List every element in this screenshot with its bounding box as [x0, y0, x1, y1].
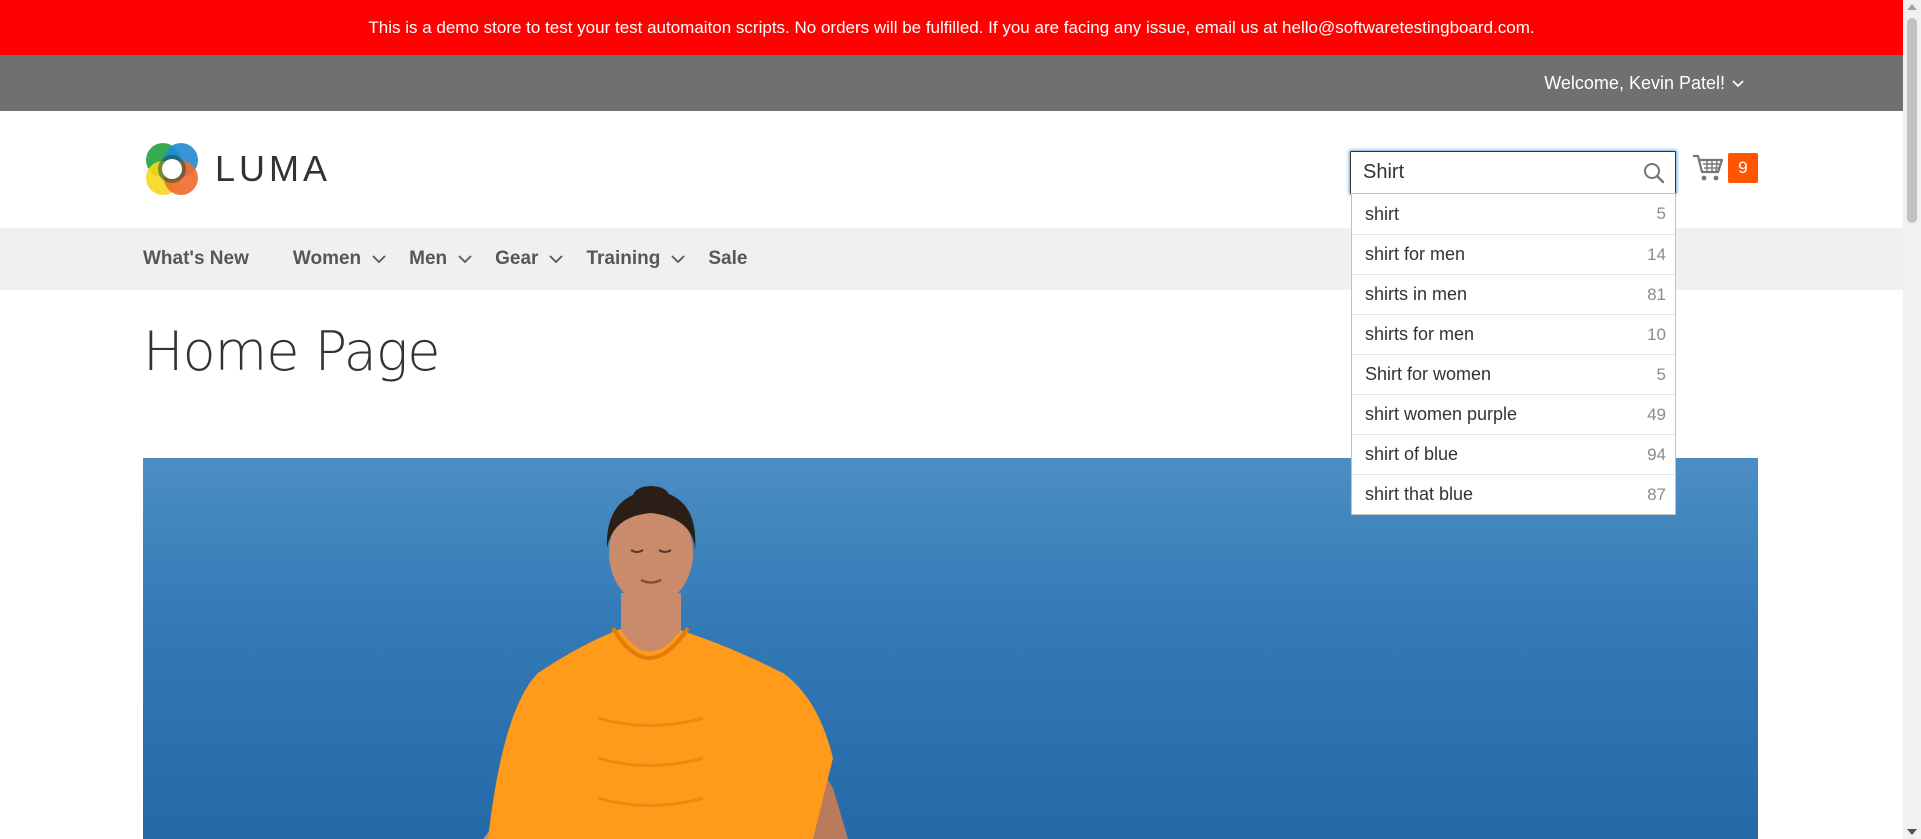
scroll-thumb[interactable] — [1907, 18, 1917, 223]
nav-item-label: Men — [409, 248, 448, 269]
chevron-down-icon — [458, 255, 472, 264]
search-icon[interactable] — [1643, 162, 1665, 184]
nav-item-label: Gear — [495, 248, 539, 269]
nav-item-what-s-new[interactable]: What's New — [143, 248, 249, 270]
nav-item-training[interactable]: Training — [586, 248, 686, 270]
welcome-text: Welcome, Kevin Patel! — [1544, 72, 1725, 93]
chevron-down-icon — [549, 255, 564, 264]
suggestion-term: shirts for men — [1365, 324, 1475, 344]
suggestion-item[interactable]: shirt of blue 94 — [1352, 434, 1675, 474]
suggestion-item[interactable]: shirt for men 14 — [1352, 234, 1675, 274]
suggestion-term: shirt for men — [1365, 244, 1466, 264]
hero-banner[interactable] — [143, 458, 1758, 839]
scroll-down-arrow-icon[interactable] — [1907, 829, 1917, 835]
cart-count-badge: 9 — [1728, 153, 1758, 183]
luma-logo-icon — [146, 143, 198, 195]
chevron-down-icon — [671, 255, 685, 264]
nav-item-men[interactable]: Men — [409, 248, 473, 270]
suggestion-term: shirt women purple — [1365, 404, 1518, 424]
suggestion-item[interactable]: shirts for men 10 — [1352, 314, 1675, 354]
suggestion-count: 14 — [1647, 244, 1666, 264]
customer-welcome-menu[interactable]: Welcome, Kevin Patel! — [1544, 55, 1745, 111]
logo-text: LUMA — [215, 148, 332, 189]
search-autocomplete: shirt 5 shirt for men 14 shirts in men 81 shir… — [1351, 193, 1676, 515]
chevron-down-icon — [1732, 80, 1744, 88]
suggestion-term: shirt that blue — [1365, 484, 1474, 504]
suggestion-item[interactable]: Shirt for women 5 — [1352, 354, 1675, 394]
suggestion-item[interactable]: shirts in men 81 — [1352, 274, 1675, 314]
suggestion-term: shirt — [1365, 203, 1400, 224]
suggestion-item[interactable]: shirt that blue 87 — [1352, 474, 1675, 514]
minicart[interactable]: 9 — [1692, 153, 1758, 183]
page: This is a demo store to test your test a… — [0, 0, 1921, 839]
nav-item-women[interactable]: Women — [293, 248, 387, 270]
nav-items: What's New Women Men Gear Training Sale — [143, 228, 791, 290]
nav-item-label: Women — [292, 248, 362, 269]
suggestion-count: 81 — [1647, 284, 1666, 304]
suggestion-term: shirt of blue — [1365, 444, 1459, 464]
suggestion-item[interactable]: shirt women purple 49 — [1352, 394, 1675, 434]
suggestion-term: shirts in men — [1365, 284, 1468, 304]
demo-banner: This is a demo store to test your test a… — [0, 0, 1903, 55]
nav-item-label: Sale — [708, 248, 748, 269]
cart-icon — [1693, 154, 1724, 181]
scroll-up-arrow-icon[interactable] — [1907, 4, 1917, 10]
nav-item-label: Training — [586, 248, 661, 269]
suggestion-count: 5 — [1656, 204, 1666, 223]
hero-image — [483, 486, 848, 839]
suggestion-count: 94 — [1647, 444, 1666, 464]
nav-item-sale[interactable]: Sale — [708, 248, 747, 270]
nav-item-gear[interactable]: Gear — [495, 248, 564, 270]
suggestion-item[interactable]: shirt 5 — [1352, 194, 1675, 234]
store-logo[interactable]: LUMA — [143, 140, 331, 198]
suggestion-count: 5 — [1656, 364, 1666, 384]
chevron-down-icon — [372, 255, 386, 264]
suggestion-count: 87 — [1647, 484, 1666, 504]
nav-item-label: What's New — [143, 248, 249, 269]
suggestion-count: 10 — [1647, 324, 1666, 344]
suggestion-count: 49 — [1647, 404, 1666, 424]
search-box — [1350, 151, 1676, 194]
scrollbar[interactable] — [1903, 0, 1921, 839]
suggestion-term: Shirt for women — [1365, 364, 1492, 384]
top-panel: Welcome, Kevin Patel! — [0, 55, 1903, 111]
page-title: Home Page — [143, 320, 440, 383]
search-input[interactable] — [1351, 152, 1631, 193]
demo-banner-text: This is a demo store to test your test a… — [368, 17, 1535, 37]
